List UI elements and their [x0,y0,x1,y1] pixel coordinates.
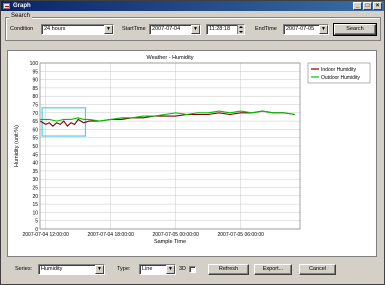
y-tick-label: 35 [32,169,38,175]
y-tick-label: 5 [35,219,38,225]
refresh-button[interactable]: Refresh [208,264,249,275]
title-bar[interactable]: Graph _ □ × [1,1,384,11]
humidity-chart: Weather - Humidity0510152025303540455055… [14,55,371,245]
condition-label: Condition [10,26,34,32]
chart-panel: Weather - Humidity 0 5 10 15 20 25 30 35 40 45 50 55… [7,50,377,257]
search-button[interactable]: Search [333,23,377,36]
start-time-value: 11:28:18 [209,26,231,32]
y-tick-label: 40 [32,161,38,167]
graph-app-icon [3,3,10,9]
chevron-down-icon[interactable]: ▼ [166,265,175,274]
x-tick-label: 2007-07-04 12:00:00 [23,232,70,238]
y-tick-label: 15 [32,202,38,208]
series-label: Series: [15,266,33,272]
start-date-picker[interactable]: 2007-07-04 ▼ [149,24,201,35]
close-button[interactable]: × [373,2,382,10]
x-tick-label: 2007-07-05 00:00:00 [153,232,200,238]
legend-label: Outdoor Humidity [321,75,360,81]
x-axis-label: Sample Time [154,239,186,245]
chevron-down-icon[interactable]: ▼ [191,25,200,34]
series-line-1 [40,110,295,127]
series-select[interactable]: Humidity ▼ [38,264,105,275]
spinner-icon[interactable] [237,25,244,34]
y-tick-label: 85 [32,86,38,92]
end-date-value: 2007-07-05 [286,26,315,32]
end-time-label: EndTime [255,26,277,32]
graph-window: Graph _ □ × Search Condition 24 hours ▼ … [0,0,385,285]
y-tick-label: 10 [32,210,38,216]
three-d-checkbox[interactable] [189,266,196,273]
chevron-down-icon[interactable]: ▼ [95,265,104,274]
x-tick-label: 2007-07-05 06:00:00 [218,232,265,238]
y-tick-label: 95 [32,69,38,75]
legend-label: Indoor Humidity [321,67,357,73]
y-tick-label: 100 [30,61,39,67]
three-d-label: 3D [179,266,187,272]
type-label: Type: [117,266,131,272]
cancel-button[interactable]: Cancel [299,264,336,275]
search-group-label: Search [9,13,33,19]
condition-value: 24 hours [44,26,66,32]
maximize-button[interactable]: □ [363,2,372,10]
y-tick-label: 25 [32,186,38,192]
chevron-down-icon[interactable]: ▼ [319,25,328,34]
y-tick-label: 90 [32,78,38,84]
y-tick-label: 30 [32,177,38,183]
condition-select[interactable]: 24 hours ▼ [41,24,114,35]
minimize-button[interactable]: _ [353,2,362,10]
type-select[interactable]: Line ▼ [139,264,176,275]
y-tick-label: 70 [32,111,38,117]
y-tick-label: 75 [32,103,38,109]
start-time-label: StartTime [122,26,146,32]
y-tick-label: 65 [32,119,38,125]
window-title: Graph [13,3,31,9]
end-date-picker[interactable]: 2007-07-05 ▼ [283,24,329,35]
export-button[interactable]: Export... [254,264,292,275]
y-tick-label: 50 [32,144,38,150]
chart-title: Weather - Humidity [147,55,194,61]
chevron-down-icon[interactable]: ▼ [104,25,113,34]
y-tick-label: 20 [32,194,38,200]
type-value: Line [142,266,153,272]
start-date-value: 2007-07-04 [152,26,181,32]
y-tick-label: 45 [32,152,38,158]
y-tick-label: 80 [32,94,38,100]
y-tick-label: 55 [32,136,38,142]
y-axis-label: Humidity (unit:%) [14,125,20,167]
series-value: Humidity [41,266,63,272]
start-time-field[interactable]: 11:28:18 [206,24,245,35]
x-tick-label: 2007-07-04 18:00:00 [88,232,135,238]
y-tick-label: 60 [32,127,38,133]
